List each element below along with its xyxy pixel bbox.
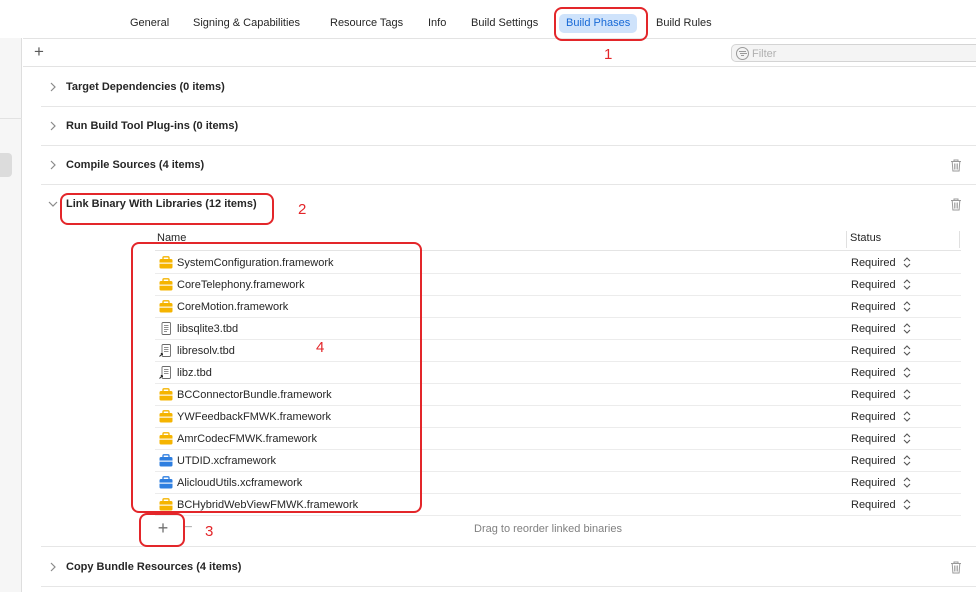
chevron-up-down-icon[interactable]	[903, 454, 911, 467]
status-select[interactable]: Required	[851, 301, 896, 313]
chevron-up-down-icon[interactable]	[903, 322, 911, 335]
left-sidebar-strip	[0, 38, 22, 592]
chevron-up-down-icon[interactable]	[903, 278, 911, 291]
chevron-right-icon[interactable]	[48, 562, 58, 572]
chevron-up-down-icon[interactable]	[903, 256, 911, 269]
status-select[interactable]: Required	[851, 389, 896, 401]
trash-icon[interactable]	[950, 159, 962, 172]
tab-resource-tags[interactable]: Resource Tags	[323, 14, 410, 33]
chevron-up-down-icon[interactable]	[903, 366, 911, 379]
trash-icon[interactable]	[950, 561, 962, 574]
annotation-box-build-phases-tab	[554, 7, 648, 41]
chevron-up-down-icon[interactable]	[903, 432, 911, 445]
tab-build-settings[interactable]: Build Settings	[464, 14, 545, 33]
chevron-right-icon[interactable]	[48, 82, 58, 92]
status-select[interactable]: Required	[851, 345, 896, 357]
column-header-status[interactable]: Status	[850, 232, 881, 244]
chevron-right-icon[interactable]	[48, 121, 58, 131]
tab-info[interactable]: Info	[421, 14, 453, 33]
annotation-box-link-binary-title	[60, 193, 274, 225]
annotation-box-add-button	[139, 513, 185, 547]
annotation-number-4: 4	[316, 339, 325, 356]
status-select[interactable]: Required	[851, 455, 896, 467]
status-select[interactable]: Required	[851, 257, 896, 269]
trash-icon[interactable]	[950, 198, 962, 211]
status-select[interactable]: Required	[851, 279, 896, 291]
status-select[interactable]: Required	[851, 433, 896, 445]
chevron-up-down-icon[interactable]	[903, 300, 911, 313]
tab-signing-capabilities[interactable]: Signing & Capabilities	[186, 14, 307, 33]
column-divider[interactable]	[959, 231, 960, 248]
status-select[interactable]: Required	[851, 323, 896, 335]
status-select[interactable]: Required	[851, 499, 896, 511]
filter-input[interactable]	[752, 46, 952, 61]
chevron-down-icon[interactable]	[48, 199, 58, 209]
phase-title: Target Dependencies (0 items)	[66, 81, 225, 93]
drag-hint-text: Drag to reorder linked binaries	[474, 523, 622, 535]
annotation-number-2: 2	[298, 201, 307, 218]
chevron-up-down-icon[interactable]	[903, 388, 911, 401]
annotation-number-3: 3	[205, 523, 214, 540]
chevron-right-icon[interactable]	[48, 160, 58, 170]
column-divider[interactable]	[846, 231, 847, 248]
status-select[interactable]: Required	[851, 367, 896, 379]
annotation-box-library-list	[131, 242, 422, 513]
filter-field[interactable]	[731, 44, 976, 62]
chevron-up-down-icon[interactable]	[903, 410, 911, 423]
build-phases-toolbar: +	[23, 38, 976, 67]
tab-general[interactable]: General	[123, 14, 176, 33]
phase-title: Run Build Tool Plug-ins (0 items)	[66, 120, 239, 132]
phase-title: Compile Sources (4 items)	[66, 159, 205, 171]
phase-title: Copy Bundle Resources (4 items)	[66, 561, 242, 573]
phase-copy-bundle-resources[interactable]: Copy Bundle Resources (4 items)	[41, 548, 976, 587]
status-select[interactable]: Required	[851, 411, 896, 423]
phase-target-dependencies[interactable]: Target Dependencies (0 items)	[41, 68, 976, 107]
phase-run-build-tool-plugins[interactable]: Run Build Tool Plug-ins (0 items)	[41, 107, 976, 146]
chevron-up-down-icon[interactable]	[903, 476, 911, 489]
tab-build-rules[interactable]: Build Rules	[649, 14, 719, 33]
phase-compile-sources[interactable]: Compile Sources (4 items)	[41, 146, 976, 185]
add-build-phase-button[interactable]: +	[31, 43, 47, 61]
annotation-number-1: 1	[604, 46, 613, 63]
status-select[interactable]: Required	[851, 477, 896, 489]
filter-icon	[736, 47, 749, 60]
chevron-up-down-icon[interactable]	[903, 344, 911, 357]
sidebar-divider	[0, 118, 22, 119]
chevron-up-down-icon[interactable]	[903, 498, 911, 511]
sidebar-selection-indicator[interactable]	[0, 153, 12, 177]
